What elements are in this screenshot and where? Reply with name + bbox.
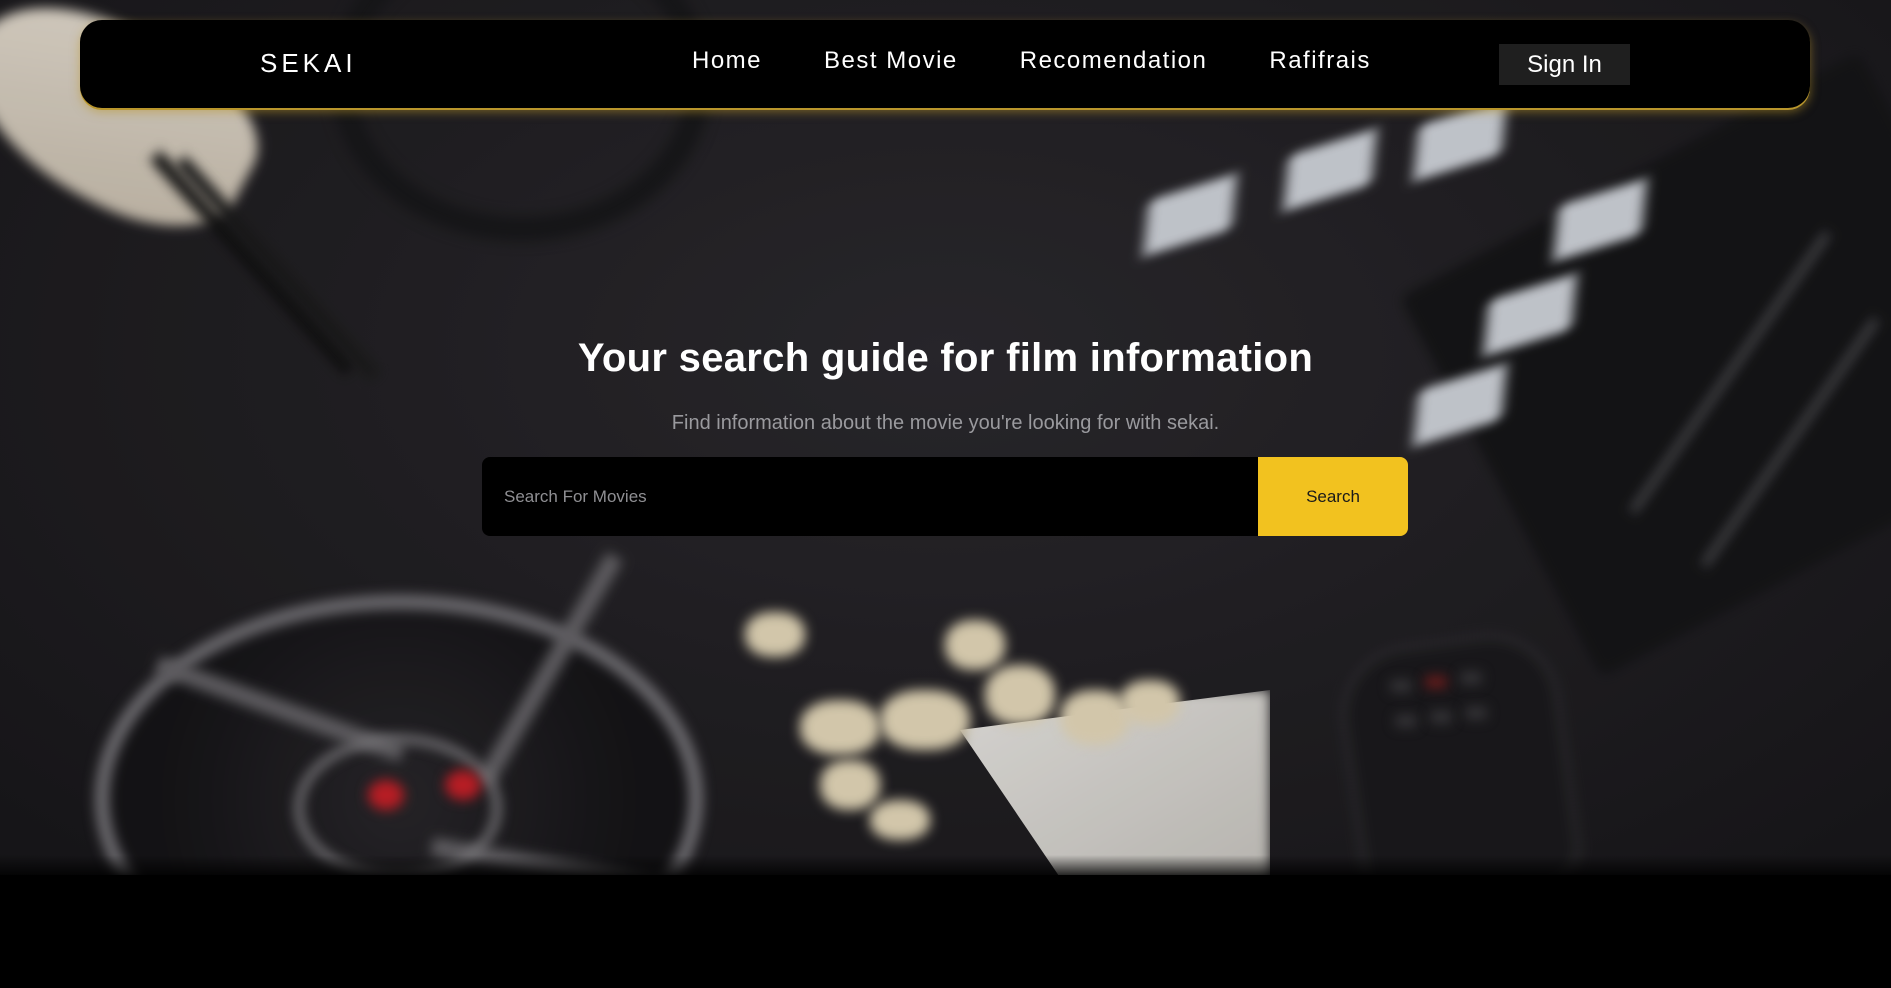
navbar: SEKAI Home Best Movie Recomendation Rafi…	[80, 20, 1810, 108]
nav-links: Home Best Movie Recomendation Rafifrais	[692, 47, 1433, 75]
brand-logo[interactable]: SEKAI	[260, 48, 357, 79]
search-input[interactable]	[482, 457, 1258, 536]
footer-band	[0, 875, 1891, 988]
search-bar: Search	[482, 457, 1408, 536]
hero-title: Your search guide for film information	[577, 336, 1314, 380]
page: SEKAI Home Best Movie Recomendation Rafi…	[0, 0, 1891, 988]
hero-overlay	[0, 0, 1891, 878]
hero-subtitle: Find information about the movie you're …	[671, 412, 1220, 434]
nav-link-best-movie[interactable]: Best Movie	[824, 47, 958, 75]
nav-link-rafifrais[interactable]: Rafifrais	[1269, 47, 1371, 75]
nav-link-recomendation[interactable]: Recomendation	[1020, 47, 1208, 75]
sign-in-button[interactable]: Sign In	[1499, 44, 1630, 85]
search-button[interactable]: Search	[1258, 457, 1408, 536]
nav-link-home[interactable]: Home	[692, 47, 762, 75]
